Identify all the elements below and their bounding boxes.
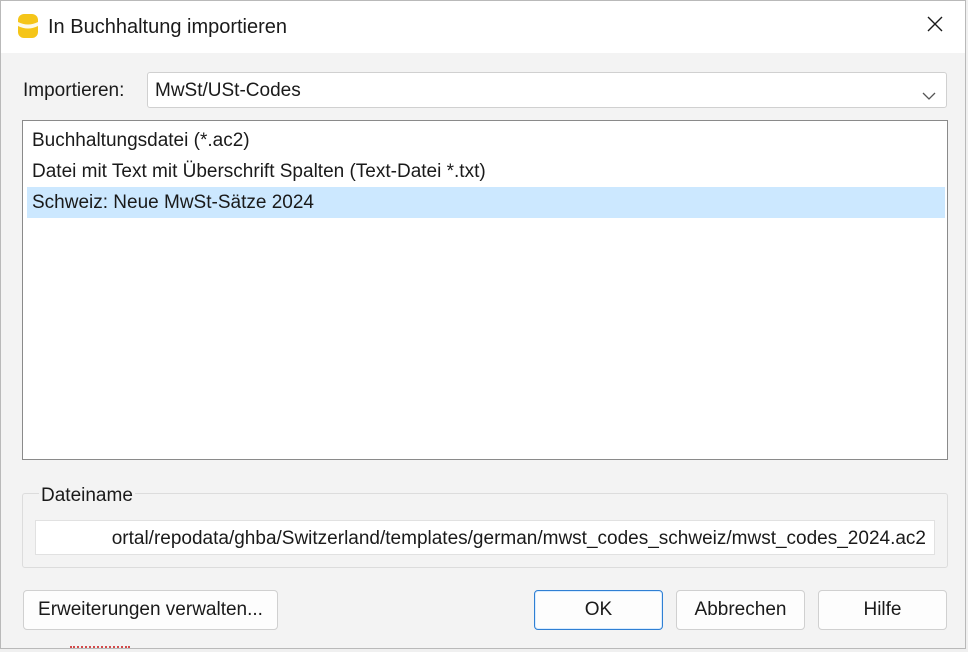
list-item[interactable]: Datei mit Text mit Überschrift Spalten (…: [27, 156, 945, 187]
close-icon: [927, 16, 943, 38]
filename-legend: Dateiname: [39, 485, 135, 507]
chevron-down-icon: [922, 85, 936, 100]
banana-icon: [17, 13, 39, 39]
source-list[interactable]: Buchhaltungsdatei (*.ac2) Datei mit Text…: [22, 120, 948, 460]
list-item[interactable]: Buchhaltungsdatei (*.ac2): [27, 125, 945, 156]
window-title: In Buchhaltung importieren: [48, 16, 288, 38]
help-button[interactable]: Hilfe: [818, 590, 947, 630]
filename-field[interactable]: ortal/repodata/ghba/Switzerland/template…: [35, 520, 935, 555]
import-type-select[interactable]: MwSt/USt-Codes: [147, 72, 947, 108]
ok-button[interactable]: OK: [534, 590, 663, 630]
import-type-value: MwSt/USt-Codes: [155, 80, 301, 101]
import-label: Importieren:: [23, 80, 125, 101]
import-dialog: In Buchhaltung importieren Importieren: …: [0, 0, 966, 649]
manage-extensions-button[interactable]: Erweiterungen verwalten...: [23, 590, 278, 630]
filename-value: ortal/repodata/ghba/Switzerland/template…: [111, 528, 926, 549]
close-button[interactable]: [919, 11, 951, 43]
background-fragment: [70, 646, 130, 652]
cancel-button[interactable]: Abbrechen: [676, 590, 805, 630]
title-bar: In Buchhaltung importieren: [1, 1, 965, 53]
list-item-selected[interactable]: Schweiz: Neue MwSt-Sätze 2024: [27, 187, 945, 218]
